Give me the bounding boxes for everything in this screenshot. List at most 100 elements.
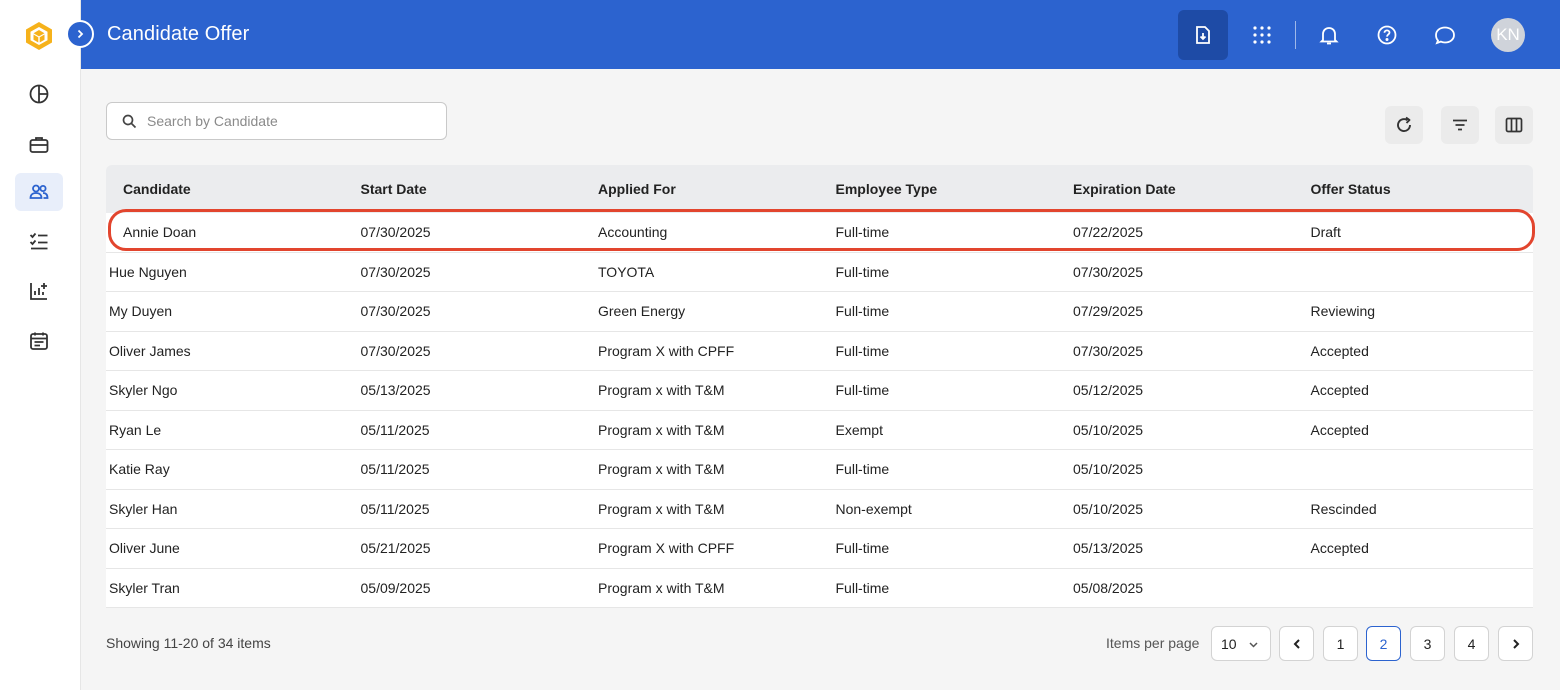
import-document-icon [1196,26,1210,44]
apps-button[interactable] [1237,10,1287,60]
sidebar-item-dashboard[interactable] [15,75,63,113]
cell-candidate: Annie Doan [123,224,197,241]
table-row[interactable]: Skyler Ngo 05/13/2025 Program x with T&M… [106,371,1533,411]
table-row[interactable]: Ryan Le 05/11/2025 Program x with T&M Ex… [106,410,1533,450]
chevron-right-icon [1512,638,1519,649]
cell-offer-status: Accepted [1310,540,1369,557]
cell-candidate: Skyler Ngo [109,382,178,399]
people-icon [29,184,49,199]
table-row[interactable]: My Duyen 07/30/2025 Green Energy Full-ti… [106,292,1533,332]
app-grid-icon [1253,26,1271,44]
sidebar-item-jobs[interactable] [15,126,63,164]
cell-candidate: Oliver June [109,540,180,557]
cell-applied-for: Program x with T&M [598,500,725,517]
candidate-search [106,102,447,140]
column-header-employee-type[interactable]: Employee Type [819,181,1057,197]
user-avatar[interactable]: KN [1491,18,1525,52]
prev-page-button[interactable] [1279,626,1314,661]
chat-button[interactable] [1420,10,1470,60]
cell-start-date: 07/30/2025 [360,263,431,280]
help-button[interactable] [1362,10,1412,60]
cell-expiration-date: 07/30/2025 [1073,263,1144,280]
sidebar-item-calendar[interactable] [15,322,63,360]
next-page-button[interactable] [1498,626,1533,661]
table-row[interactable]: Katie Ray 05/11/2025 Program x with T&M … [106,450,1533,490]
column-header-start-date[interactable]: Start Date [344,181,582,197]
cell-start-date: 05/13/2025 [360,382,431,399]
cell-applied-for: Program x with T&M [598,382,725,399]
cell-start-date: 07/30/2025 [360,342,431,359]
column-header-candidate[interactable]: Candidate [106,181,344,197]
refresh-icon [1397,116,1411,132]
table-row[interactable]: Annie Doan 07/30/2025 Accounting Full-ti… [106,213,1533,253]
cell-employee-type: Full-time [835,263,890,280]
briefcase-icon [29,137,49,153]
cell-start-date: 05/11/2025 [360,421,430,438]
sidebar-item-candidates[interactable] [15,173,63,211]
cell-expiration-date: 05/10/2025 [1073,421,1144,438]
cell-expiration-date: 07/30/2025 [1073,342,1144,359]
cell-start-date: 05/09/2025 [360,579,431,596]
refresh-button[interactable] [1385,106,1423,144]
table-row[interactable]: Oliver June 05/21/2025 Program X with CP… [106,529,1533,569]
sidebar [0,0,81,690]
sidebar-expand-button[interactable] [66,20,94,48]
table-row[interactable]: Oliver James 07/30/2025 Program X with C… [106,331,1533,371]
items-per-page-label: Items per page [1106,635,1200,651]
page-button-3[interactable]: 3 [1410,626,1445,661]
cell-applied-for: Program x with T&M [598,461,725,478]
page-button-2[interactable]: 2 [1366,626,1401,661]
table-row[interactable]: Skyler Han 05/11/2025 Program x with T&M… [106,489,1533,529]
cell-applied-for: Program X with CPFF [598,342,735,359]
cell-expiration-date: 07/29/2025 [1073,303,1144,320]
items-per-page-value: 10 [1221,635,1237,652]
page-button-1[interactable]: 1 [1323,626,1358,661]
cell-expiration-date: 05/10/2025 [1073,461,1144,478]
cell-expiration-date: 05/13/2025 [1073,540,1144,557]
cell-offer-status: Reviewing [1310,303,1376,320]
filter-button[interactable] [1441,106,1479,144]
table-row[interactable]: Hue Nguyen 07/30/2025 TOYOTA Full-time 0… [106,252,1533,292]
cell-employee-type: Exempt [835,421,883,438]
cell-employee-type: Non-exempt [835,500,912,517]
calendar-icon [30,332,48,350]
cell-start-date: 05/21/2025 [360,540,431,557]
top-header: Candidate Offer KN [81,0,1560,69]
candidate-offer-table: Candidate Start Date Applied For Employe… [106,165,1533,608]
cell-offer-status: Accepted [1310,342,1369,359]
sidebar-item-reports[interactable] [15,272,63,310]
columns-icon [1505,117,1523,133]
page-button-4[interactable]: 4 [1454,626,1489,661]
chevron-down-icon [1249,642,1258,648]
import-button[interactable] [1178,10,1228,60]
chevron-left-icon [1293,638,1300,649]
page-title: Candidate Offer [107,23,250,45]
notifications-button[interactable] [1304,10,1354,60]
column-header-expiration-date[interactable]: Expiration Date [1056,181,1294,197]
cell-applied-for: Program X with CPFF [598,540,735,557]
bell-icon [1319,27,1339,45]
table-header: Candidate Start Date Applied For Employe… [106,165,1533,213]
items-per-page-select[interactable]: 10 [1211,626,1271,661]
cell-candidate: Skyler Tran [109,579,180,596]
cell-employee-type: Full-time [835,461,890,478]
cell-start-date: 05/11/2025 [360,461,430,478]
cell-expiration-date: 05/10/2025 [1073,500,1144,517]
cell-candidate: Oliver James [109,342,191,359]
search-icon [122,114,137,129]
cell-employee-type: Full-time [835,540,890,557]
column-header-offer-status[interactable]: Offer Status [1294,181,1534,197]
table-row[interactable]: Skyler Tran 05/09/2025 Program x with T&… [106,568,1533,608]
cell-employee-type: Full-time [835,303,890,320]
cell-candidate: Ryan Le [109,421,162,438]
cell-candidate: My Duyen [109,303,173,320]
sidebar-item-tasks[interactable] [15,222,63,260]
column-header-applied-for[interactable]: Applied For [581,181,819,197]
hexagon-cube-icon[interactable] [23,20,55,52]
cell-candidate: Hue Nguyen [109,263,187,280]
cell-expiration-date: 07/22/2025 [1073,224,1144,241]
columns-button[interactable] [1495,106,1533,144]
search-input[interactable] [147,103,437,139]
analytics-icon [30,283,47,300]
cell-candidate: Katie Ray [109,461,170,478]
